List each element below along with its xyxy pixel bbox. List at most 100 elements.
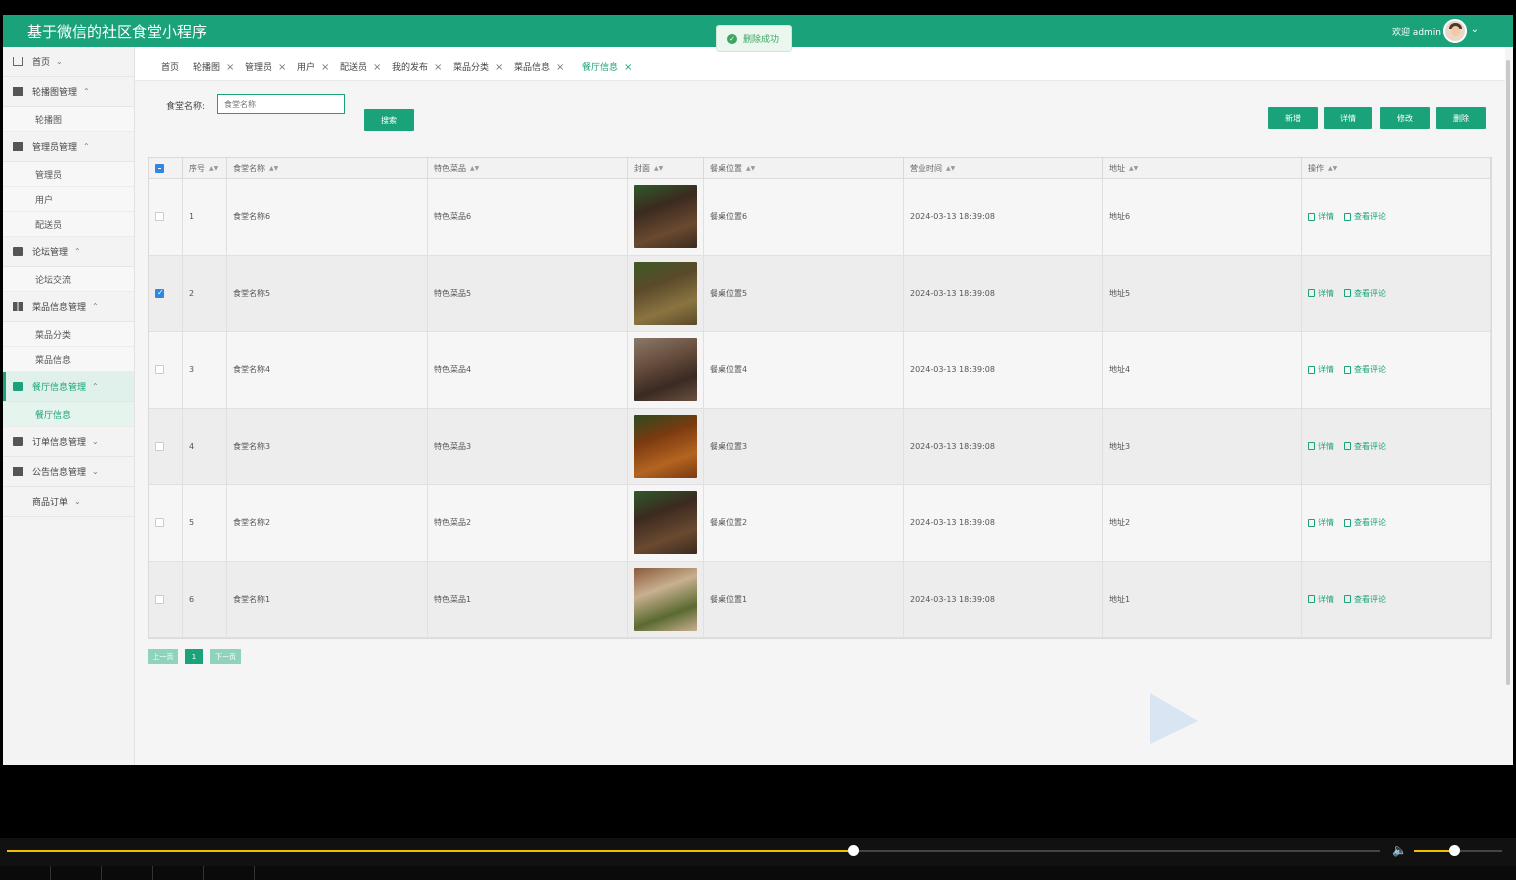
cover-image[interactable] bbox=[634, 338, 697, 402]
detail-button[interactable]: 详情 bbox=[1324, 107, 1372, 129]
volume-icon[interactable]: 🔈 bbox=[1392, 843, 1407, 857]
close-tab-icon[interactable]: × bbox=[624, 62, 632, 73]
progress-track[interactable] bbox=[7, 845, 1380, 856]
row-comments-link[interactable]: 查看评论 bbox=[1344, 594, 1386, 605]
sidebar-item[interactable]: 轮播图管理 ⌃ bbox=[3, 77, 134, 107]
table-row[interactable]: 4 食堂名称3 特色菜品3 餐桌位置3 2024-03-13 18:39:08 地址3 详情… bbox=[149, 408, 1491, 485]
select-all-checkbox[interactable] bbox=[155, 163, 164, 173]
sidebar-subitem[interactable]: 论坛交流 bbox=[3, 267, 134, 292]
row-checkbox[interactable] bbox=[155, 441, 164, 451]
row-detail-link[interactable]: 详情 bbox=[1308, 364, 1334, 375]
sidebar-item[interactable]: 餐厅信息管理 ⌃ bbox=[3, 372, 134, 402]
tab[interactable]: 菜品分类 × bbox=[453, 60, 503, 73]
sort-icon[interactable]: ▲▼ bbox=[654, 165, 663, 172]
column-header[interactable]: 营业时间 ▲▼ bbox=[904, 158, 1103, 178]
sort-icon[interactable]: ▲▼ bbox=[470, 165, 479, 172]
cover-image[interactable] bbox=[634, 567, 697, 631]
row-comments-link[interactable]: 查看评论 bbox=[1344, 441, 1386, 452]
sidebar-item[interactable]: 管理员管理 ⌃ bbox=[3, 132, 134, 162]
tab[interactable]: 管理员 × bbox=[245, 60, 286, 73]
cover-image[interactable] bbox=[634, 491, 697, 555]
tab[interactable]: 用户 × bbox=[297, 60, 329, 73]
user-avatar[interactable] bbox=[1443, 19, 1467, 43]
volume-track[interactable] bbox=[1414, 845, 1502, 856]
delete-button[interactable]: 删除 bbox=[1436, 107, 1486, 129]
row-detail-link[interactable]: 详情 bbox=[1308, 288, 1334, 299]
row-checkbox[interactable] bbox=[155, 365, 164, 375]
row-checkbox[interactable] bbox=[155, 518, 164, 528]
comment-icon bbox=[1344, 365, 1351, 374]
tab[interactable]: 餐厅信息 × bbox=[582, 60, 632, 73]
sidebar-subitem[interactable]: 配送员 bbox=[3, 212, 134, 237]
row-detail-link[interactable]: 详情 bbox=[1308, 211, 1334, 222]
add-button[interactable]: 新增 bbox=[1268, 107, 1318, 129]
sidebar-subitem[interactable]: 菜品信息 bbox=[3, 347, 134, 372]
row-checkbox[interactable] bbox=[155, 288, 164, 298]
close-tab-icon[interactable]: × bbox=[556, 62, 564, 73]
prev-page-button[interactable]: 上一页 bbox=[148, 649, 178, 664]
edit-button[interactable]: 修改 bbox=[1380, 107, 1430, 129]
progress-knob[interactable] bbox=[847, 845, 859, 856]
row-comments-link[interactable]: 查看评论 bbox=[1344, 364, 1386, 375]
row-comments-link[interactable]: 查看评论 bbox=[1344, 517, 1386, 528]
column-header[interactable]: 序号 ▲▼ bbox=[183, 158, 227, 178]
table-row[interactable]: 1 食堂名称6 特色菜品6 餐桌位置6 2024-03-13 18:39:08 地址6 详情… bbox=[149, 179, 1491, 256]
column-header[interactable]: 封面 ▲▼ bbox=[628, 158, 704, 178]
close-tab-icon[interactable]: × bbox=[278, 62, 286, 73]
sidebar-item[interactable]: 订单信息管理 ⌄ bbox=[3, 427, 134, 457]
column-header[interactable]: 餐桌位置 ▲▼ bbox=[704, 158, 904, 178]
column-header[interactable]: 食堂名称 ▲▼ bbox=[227, 158, 428, 178]
volume-knob[interactable] bbox=[1448, 845, 1460, 856]
dish-icon bbox=[13, 302, 23, 311]
table-row[interactable]: 3 食堂名称4 特色菜品4 餐桌位置4 2024-03-13 18:39:08 地址4 详情… bbox=[149, 332, 1491, 409]
column-header[interactable]: 地址 ▲▼ bbox=[1103, 158, 1302, 178]
tab[interactable]: 菜品信息 × bbox=[514, 60, 564, 73]
row-detail-link[interactable]: 详情 bbox=[1308, 594, 1334, 605]
table-row[interactable]: 6 食堂名称1 特色菜品1 餐桌位置1 2024-03-13 18:39:08 地址1 详情… bbox=[149, 561, 1491, 638]
vertical-scrollbar[interactable] bbox=[1506, 60, 1510, 685]
row-comments-link[interactable]: 查看评论 bbox=[1344, 211, 1386, 222]
sidebar-item[interactable]: 首页 ⌄ bbox=[3, 47, 134, 77]
row-checkbox[interactable] bbox=[155, 212, 164, 222]
sidebar-subitem[interactable]: 管理员 bbox=[3, 162, 134, 187]
tab[interactable]: 配送员 × bbox=[340, 60, 381, 73]
close-tab-icon[interactable]: × bbox=[373, 62, 381, 73]
cover-image[interactable] bbox=[634, 414, 697, 478]
cover-image[interactable] bbox=[634, 185, 697, 249]
sort-icon[interactable]: ▲▼ bbox=[1129, 165, 1138, 172]
table-row[interactable]: 2食堂名称5特色菜品5餐桌位置52024-03-13 18:39:08地址5详情… bbox=[149, 255, 1491, 332]
sidebar-subitem[interactable]: 用户 bbox=[3, 187, 134, 212]
page-number-button[interactable]: 1 bbox=[185, 649, 203, 664]
sort-icon[interactable]: ▲▼ bbox=[946, 165, 955, 172]
column-header[interactable]: 特色菜品 ▲▼ bbox=[428, 158, 628, 178]
search-input[interactable] bbox=[217, 94, 345, 114]
row-checkbox[interactable] bbox=[155, 594, 164, 604]
row-comments-link[interactable]: 查看评论 bbox=[1344, 288, 1386, 299]
sidebar-item[interactable]: 商品订单 ⌄ bbox=[3, 487, 134, 517]
sort-icon[interactable]: ▲▼ bbox=[746, 165, 755, 172]
user-menu-chevron-icon[interactable]: ⌄ bbox=[1471, 24, 1479, 35]
cover-image[interactable] bbox=[634, 261, 697, 325]
sidebar-item[interactable]: 菜品信息管理 ⌃ bbox=[3, 292, 134, 322]
tab[interactable]: 轮播图 × bbox=[193, 60, 234, 73]
column-header[interactable]: 操作 ▲▼ bbox=[1302, 158, 1491, 178]
sort-icon[interactable]: ▲▼ bbox=[209, 165, 218, 172]
tab[interactable]: 我的发布 × bbox=[392, 60, 442, 73]
search-button[interactable]: 搜索 bbox=[364, 109, 414, 131]
tab[interactable]: 首页 bbox=[161, 60, 179, 73]
close-tab-icon[interactable]: × bbox=[434, 62, 442, 73]
sidebar-subitem[interactable]: 餐厅信息 bbox=[3, 402, 134, 427]
row-detail-link[interactable]: 详情 bbox=[1308, 441, 1334, 452]
close-tab-icon[interactable]: × bbox=[321, 62, 329, 73]
sidebar-subitem[interactable]: 轮播图 bbox=[3, 107, 134, 132]
sort-icon[interactable]: ▲▼ bbox=[269, 165, 278, 172]
sidebar-item[interactable]: 公告信息管理 ⌄ bbox=[3, 457, 134, 487]
close-tab-icon[interactable]: × bbox=[495, 62, 503, 73]
sort-icon[interactable]: ▲▼ bbox=[1328, 165, 1337, 172]
next-page-button[interactable]: 下一页 bbox=[210, 649, 241, 664]
sidebar-subitem[interactable]: 菜品分类 bbox=[3, 322, 134, 347]
table-row[interactable]: 5 食堂名称2 特色菜品2 餐桌位置2 2024-03-13 18:39:08 地址2 详情… bbox=[149, 485, 1491, 562]
row-detail-link[interactable]: 详情 bbox=[1308, 517, 1334, 528]
sidebar-item[interactable]: 论坛管理 ⌃ bbox=[3, 237, 134, 267]
close-tab-icon[interactable]: × bbox=[226, 62, 234, 73]
